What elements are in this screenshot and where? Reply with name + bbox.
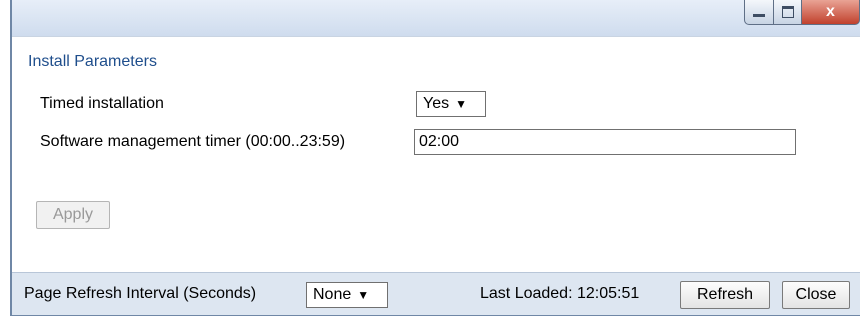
close-icon: x [826, 3, 835, 20]
main-content: Install Parameters Timed installation Ye… [12, 36, 860, 273]
refresh-interval-select[interactable]: None ▼ [306, 282, 388, 308]
window-controls: x [744, 0, 860, 32]
timer-label: Software management timer (00:00..23:59) [40, 133, 346, 150]
chevron-down-icon: ▼ [357, 288, 370, 302]
refresh-button[interactable]: Refresh [680, 281, 770, 309]
section-title: Install Parameters [28, 53, 157, 70]
timed-installation-select[interactable]: Yes ▼ [416, 91, 486, 117]
last-loaded-text: Last Loaded: 12:05:51 [480, 285, 640, 302]
title-bar: x [12, 0, 860, 36]
apply-button[interactable]: Apply [36, 201, 110, 229]
minimize-icon [753, 13, 765, 17]
dialog-window: x Install Parameters Timed installation … [10, 0, 860, 316]
refresh-interval-label: Page Refresh Interval (Seconds) [24, 285, 257, 302]
refresh-interval-value: None [313, 286, 352, 303]
timer-input[interactable] [414, 129, 796, 155]
maximize-button[interactable] [774, 0, 802, 25]
footer-bar: Page Refresh Interval (Seconds) None ▼ L… [12, 272, 860, 315]
minimize-button[interactable] [744, 0, 774, 25]
chevron-down-icon: ▼ [455, 97, 467, 111]
close-button[interactable]: Close [782, 281, 850, 309]
timed-installation-value: Yes [423, 95, 450, 112]
timed-installation-label: Timed installation [40, 95, 164, 112]
close-window-button[interactable]: x [802, 0, 860, 25]
maximize-icon [781, 6, 794, 18]
